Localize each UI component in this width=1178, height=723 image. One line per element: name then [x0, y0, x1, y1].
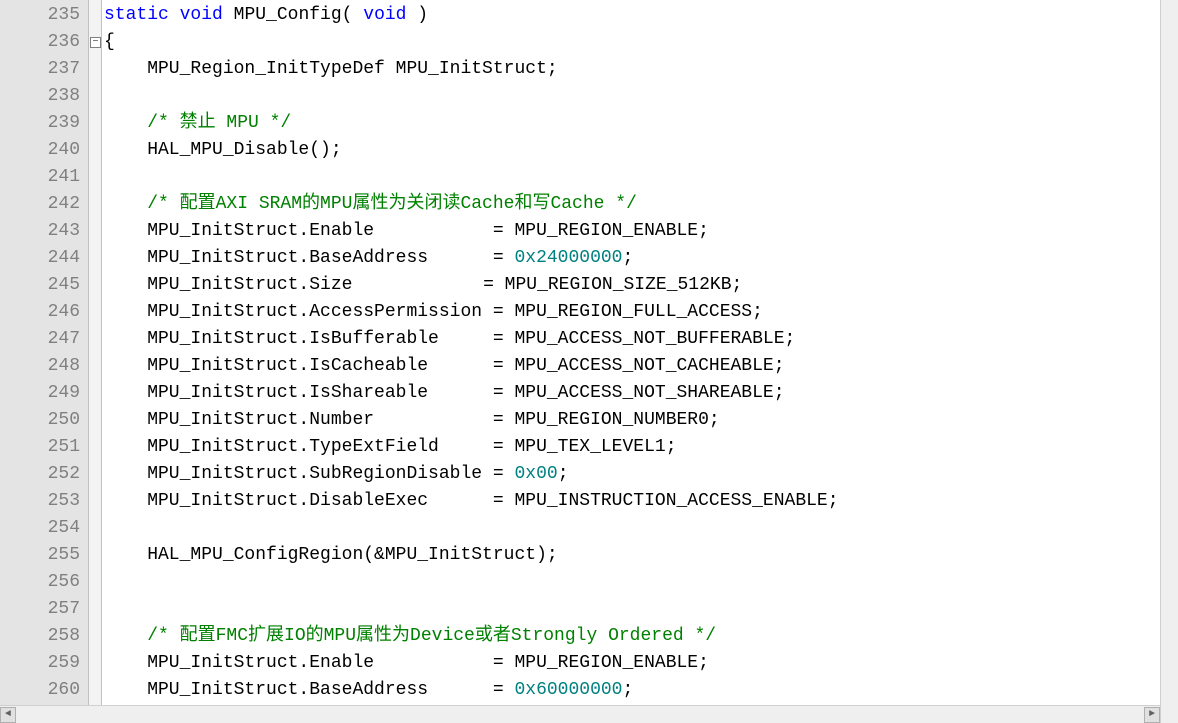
line-number: 243: [0, 218, 88, 245]
token-plain: ;: [558, 464, 569, 484]
line-number: 250: [0, 407, 88, 434]
fold-column[interactable]: −: [88, 0, 102, 723]
fold-toggle-icon[interactable]: −: [90, 37, 101, 48]
token-plain: MPU_InitStruct.SubRegionDisable =: [104, 464, 514, 484]
code-line[interactable]: MPU_InitStruct.TypeExtField = MPU_TEX_LE…: [104, 434, 1160, 461]
horizontal-scrollbar[interactable]: ◄ ►: [0, 705, 1160, 723]
line-number: 239: [0, 110, 88, 137]
code-line[interactable]: MPU_InitStruct.AccessPermission = MPU_RE…: [104, 299, 1160, 326]
line-number: 249: [0, 380, 88, 407]
token-cmt: /* 禁止 MPU */: [147, 113, 291, 133]
token-plain: ;: [623, 248, 634, 268]
scroll-right-button[interactable]: ►: [1144, 707, 1160, 723]
line-number: 251: [0, 434, 88, 461]
line-number: 256: [0, 569, 88, 596]
token-plain: ): [407, 5, 429, 25]
token-plain: MPU_InitStruct.IsBufferable = MPU_ACCESS…: [104, 329, 795, 349]
token-plain: MPU_InitStruct.AccessPermission = MPU_RE…: [104, 302, 763, 322]
code-line[interactable]: MPU_InitStruct.Size = MPU_REGION_SIZE_51…: [104, 272, 1160, 299]
line-number: 237: [0, 56, 88, 83]
code-line[interactable]: /* 配置FMC扩展IO的MPU属性为Device或者Strongly Orde…: [104, 623, 1160, 650]
vertical-scrollbar[interactable]: [1160, 0, 1178, 723]
token-plain: HAL_MPU_ConfigRegion(&MPU_InitStruct);: [104, 545, 558, 565]
code-line[interactable]: HAL_MPU_Disable();: [104, 137, 1160, 164]
code-line[interactable]: static void MPU_Config( void ): [104, 2, 1160, 29]
token-plain: MPU_InitStruct.Number = MPU_REGION_NUMBE…: [104, 410, 720, 430]
code-line[interactable]: [104, 569, 1160, 596]
line-number: 241: [0, 164, 88, 191]
token-kw: void: [363, 5, 406, 25]
line-number: 235: [0, 2, 88, 29]
token-plain: MPU_Region_InitTypeDef MPU_InitStruct;: [104, 59, 558, 79]
token-plain: [104, 626, 147, 646]
token-plain: MPU_InitStruct.BaseAddress =: [104, 248, 514, 268]
code-line[interactable]: MPU_InitStruct.BaseAddress = 0x60000000;: [104, 677, 1160, 704]
code-line[interactable]: MPU_InitStruct.IsCacheable = MPU_ACCESS_…: [104, 353, 1160, 380]
token-plain: MPU_InitStruct.Enable = MPU_REGION_ENABL…: [104, 653, 709, 673]
token-num: 0x00: [514, 464, 557, 484]
line-number: 254: [0, 515, 88, 542]
code-line[interactable]: MPU_InitStruct.Enable = MPU_REGION_ENABL…: [104, 218, 1160, 245]
token-kw: static: [104, 5, 169, 25]
line-number: 240: [0, 137, 88, 164]
code-line[interactable]: MPU_InitStruct.IsBufferable = MPU_ACCESS…: [104, 326, 1160, 353]
token-plain: MPU_InitStruct.IsCacheable = MPU_ACCESS_…: [104, 356, 785, 376]
code-line[interactable]: [104, 164, 1160, 191]
line-number: 257: [0, 596, 88, 623]
code-line[interactable]: MPU_InitStruct.SubRegionDisable = 0x00;: [104, 461, 1160, 488]
code-line[interactable]: MPU_InitStruct.IsShareable = MPU_ACCESS_…: [104, 380, 1160, 407]
token-cmt: /* 配置FMC扩展IO的MPU属性为Device或者Strongly Orde…: [147, 626, 716, 646]
code-line[interactable]: [104, 596, 1160, 623]
token-plain: [104, 113, 147, 133]
code-line[interactable]: /* 配置AXI SRAM的MPU属性为关闭读Cache和写Cache */: [104, 191, 1160, 218]
code-line[interactable]: MPU_InitStruct.BaseAddress = 0x24000000;: [104, 245, 1160, 272]
line-number: 258: [0, 623, 88, 650]
token-plain: MPU_InitStruct.TypeExtField = MPU_TEX_LE…: [104, 437, 677, 457]
token-kw: void: [180, 5, 223, 25]
code-line[interactable]: MPU_InitStruct.DisableExec = MPU_INSTRUC…: [104, 488, 1160, 515]
code-line[interactable]: [104, 515, 1160, 542]
line-number: 248: [0, 353, 88, 380]
code-line[interactable]: MPU_InitStruct.Number = MPU_REGION_NUMBE…: [104, 407, 1160, 434]
line-number: 236: [0, 29, 88, 56]
token-plain: MPU_Config(: [223, 5, 363, 25]
token-plain: MPU_InitStruct.DisableExec = MPU_INSTRUC…: [104, 491, 839, 511]
line-number: 252: [0, 461, 88, 488]
line-number: 238: [0, 83, 88, 110]
token-plain: MPU_InitStruct.Enable = MPU_REGION_ENABL…: [104, 221, 709, 241]
code-line[interactable]: {: [104, 29, 1160, 56]
line-number: 259: [0, 650, 88, 677]
line-number: 246: [0, 299, 88, 326]
token-plain: = MPU_REGION_SIZE_512KB;: [353, 275, 742, 295]
token-plain: [104, 572, 147, 592]
scroll-left-button[interactable]: ◄: [0, 707, 16, 723]
code-area[interactable]: static void MPU_Config( void ) { MPU_Regi…: [102, 0, 1160, 723]
token-plain: {: [104, 32, 115, 52]
token-plain: ;: [623, 680, 634, 700]
line-number: 242: [0, 191, 88, 218]
token-plain: HAL_MPU_Disable();: [104, 140, 342, 160]
line-number: 247: [0, 326, 88, 353]
line-number: 253: [0, 488, 88, 515]
code-line[interactable]: MPU_Region_InitTypeDef MPU_InitStruct;: [104, 56, 1160, 83]
token-plain: [104, 194, 147, 214]
token-plain: MPU_InitStruct.BaseAddress =: [104, 680, 514, 700]
code-line[interactable]: HAL_MPU_ConfigRegion(&MPU_InitStruct);: [104, 542, 1160, 569]
line-number: 245: [0, 272, 88, 299]
line-number: 260: [0, 677, 88, 704]
token-plain: [104, 599, 147, 619]
token-cmt: /* 配置AXI SRAM的MPU属性为关闭读Cache和写Cache */: [147, 194, 637, 214]
code-editor[interactable]: 2352362372382392402412422432442452462472…: [0, 0, 1178, 723]
token-plain: MPU_InitStruct.IsShareable = MPU_ACCESS_…: [104, 383, 785, 403]
line-number-gutter: 2352362372382392402412422432442452462472…: [0, 0, 88, 723]
token-plain: [169, 5, 180, 25]
token-num: 0x60000000: [514, 680, 622, 700]
line-number: 255: [0, 542, 88, 569]
code-line[interactable]: /* 禁止 MPU */: [104, 110, 1160, 137]
token-num: 0x24000000: [514, 248, 622, 268]
code-line[interactable]: [104, 83, 1160, 110]
line-number: 244: [0, 245, 88, 272]
code-line[interactable]: MPU_InitStruct.Enable = MPU_REGION_ENABL…: [104, 650, 1160, 677]
token-plain: MPU_InitStruct.Size: [104, 275, 352, 295]
